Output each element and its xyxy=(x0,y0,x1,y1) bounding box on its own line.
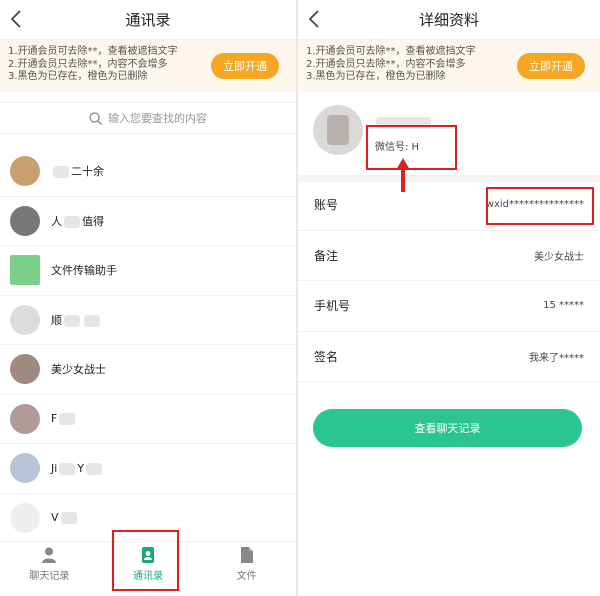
contact-details-screen: 详细资料 1.开通会员可去除**，查看被遮挡文字 2.开通会员只去除**，内容不… xyxy=(298,0,600,596)
field-row-remark: 备注 美少女战士 xyxy=(298,231,600,281)
avatar xyxy=(10,502,40,533)
contact-name: Ji xyxy=(51,461,58,475)
contact-item[interactable]: F xyxy=(0,395,296,444)
search-bar[interactable]: 输入您要查找的内容 xyxy=(0,102,296,134)
search-placeholder: 输入您要查找的内容 xyxy=(108,112,207,125)
redacted-text xyxy=(64,215,80,228)
details-header: 详细资料 xyxy=(298,0,600,40)
contact-name: 顺 xyxy=(51,313,62,327)
field-row-phone: 手机号 15 ***** xyxy=(298,281,600,332)
contact-name: 二十余 xyxy=(71,165,104,179)
redacted-text xyxy=(60,512,77,525)
contacts-screen: 通讯录 1.开通会员可去除**，查看被遮挡文字 2.开通会员只去除**，内容不会… xyxy=(0,0,296,596)
person-icon xyxy=(42,547,57,563)
redacted-text xyxy=(64,314,80,327)
back-icon[interactable] xyxy=(6,8,26,30)
contact-item[interactable]: Ji Y xyxy=(0,444,296,494)
tab-chat-history[interactable]: 聊天记录 xyxy=(0,542,99,585)
field-label: 手机号 xyxy=(314,299,351,314)
redacted-text xyxy=(59,462,76,475)
redacted-text xyxy=(86,462,103,475)
membership-banner: 1.开通会员可去除**，查看被遮挡文字 2.开通会员只去除**，内容不会增多 3… xyxy=(0,40,296,92)
avatar xyxy=(10,453,40,484)
tab-label: 聊天记录 xyxy=(29,570,70,582)
search-icon xyxy=(89,111,102,125)
contact-name-suffix: 值得 xyxy=(82,214,104,228)
field-value: 我来了***** xyxy=(529,352,584,364)
contact-name: F xyxy=(51,412,58,426)
contact-name: 文件传输助手 xyxy=(51,264,117,278)
field-value: 美少女战士 xyxy=(534,251,584,263)
avatar xyxy=(10,354,40,385)
view-chat-history-button[interactable]: 查看聊天记录 xyxy=(313,409,582,447)
contact-list: 二十余 人 值得 文件传输助手 顺 美少女战士 F Ji Y V xyxy=(0,147,296,543)
field-label: 备注 xyxy=(314,248,339,263)
membership-banner: 1.开通会员可去除**，查看被遮挡文字 2.开通会员只去除**，内容不会增多 3… xyxy=(298,40,600,92)
contact-item[interactable]: 美少女战士 xyxy=(0,345,296,395)
field-row-signature: 签名 我来了***** xyxy=(298,332,600,382)
open-membership-button[interactable]: 立即开通 xyxy=(211,53,279,79)
contact-item[interactable]: 顺 xyxy=(0,296,296,345)
avatar xyxy=(10,255,40,286)
avatar xyxy=(313,105,363,155)
highlight-box xyxy=(366,125,457,170)
field-label: 签名 xyxy=(314,349,339,364)
contact-name: 美少女战士 xyxy=(51,363,106,377)
redacted-text xyxy=(59,413,76,426)
contact-name: 人 xyxy=(51,214,62,228)
redacted-text xyxy=(53,166,69,179)
avatar xyxy=(10,304,40,335)
highlight-box xyxy=(112,530,179,591)
contact-item[interactable]: 二十余 xyxy=(0,147,296,197)
tab-files[interactable]: 文件 xyxy=(197,542,296,585)
file-icon xyxy=(240,546,253,563)
contacts-header: 通讯录 xyxy=(0,0,296,40)
field-label: 账号 xyxy=(314,198,339,213)
contact-item[interactable]: 人 值得 xyxy=(0,197,296,246)
tab-label: 文件 xyxy=(236,570,257,582)
avatar xyxy=(10,403,40,434)
contact-name-suffix: Y xyxy=(77,461,85,475)
page-title: 通讯录 xyxy=(125,11,171,29)
avatar xyxy=(10,205,40,236)
contact-item[interactable]: 文件传输助手 xyxy=(0,246,296,296)
open-membership-button[interactable]: 立即开通 xyxy=(517,53,585,79)
avatar xyxy=(10,156,40,187)
highlight-box xyxy=(486,187,594,225)
back-icon[interactable] xyxy=(304,8,324,30)
field-value: 15 ***** xyxy=(543,300,584,312)
contact-name: V xyxy=(51,511,59,525)
redacted-text xyxy=(84,314,100,327)
page-title: 详细资料 xyxy=(418,11,479,29)
